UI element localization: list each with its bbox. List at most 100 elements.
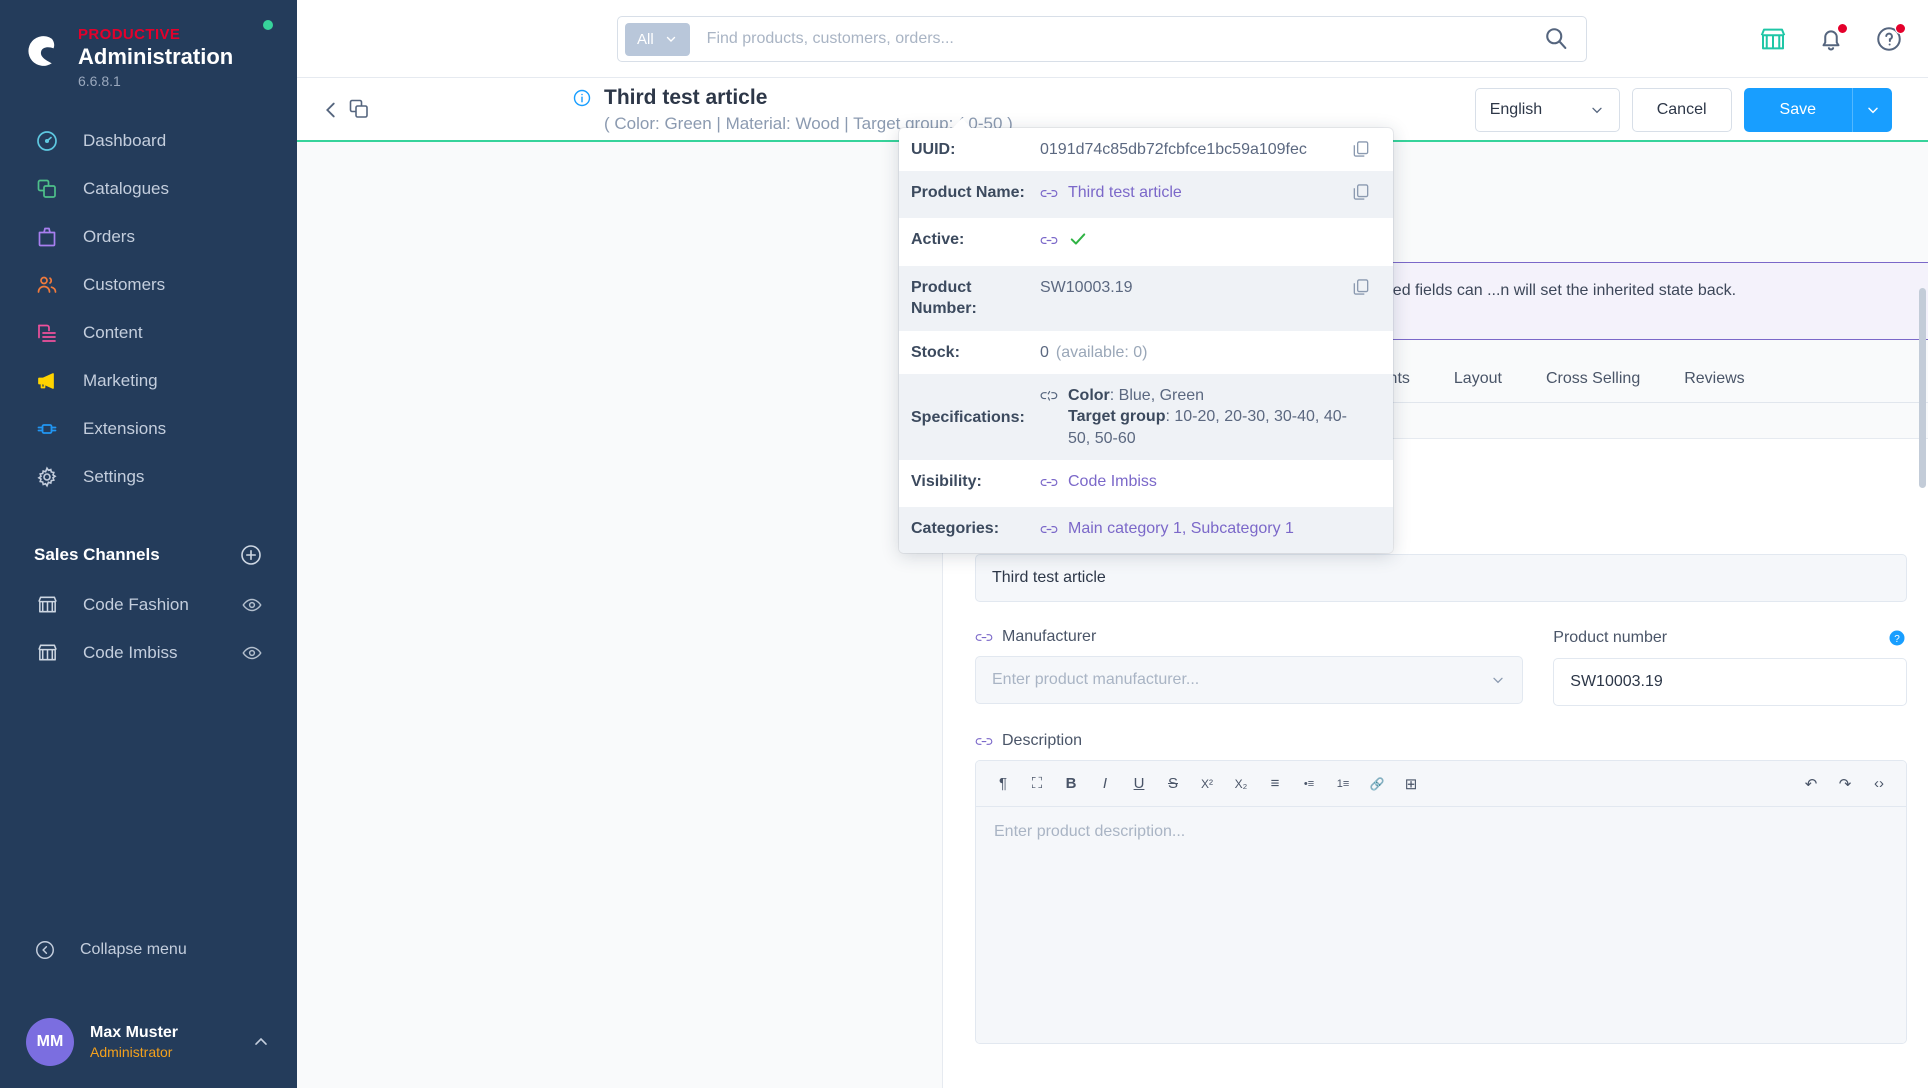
- bold-icon[interactable]: B: [1056, 769, 1086, 799]
- brand-header[interactable]: PRODUCTIVE Administration 6.6.8.1: [0, 0, 297, 89]
- bullet-list-icon[interactable]: •≡: [1294, 769, 1324, 799]
- search-icon[interactable]: [1542, 24, 1572, 54]
- product-info-popover: UUID: 0191d74c85db72fcbfce1bc59a109fec P…: [899, 128, 1393, 554]
- content-scrollbar[interactable]: [1919, 288, 1926, 488]
- popover-value-uuid: 0191d74c85db72fcbfce1bc59a109fec: [1040, 141, 1307, 158]
- language-select-value: English: [1489, 101, 1543, 118]
- sidebar-item-catalogues[interactable]: Catalogues: [0, 165, 297, 213]
- collapse-menu-button[interactable]: Collapse menu: [0, 927, 297, 973]
- popover-key: Product Number:: [911, 279, 977, 318]
- popover-value-visibility[interactable]: Code Imbiss: [1068, 471, 1157, 492]
- plus-circle-icon[interactable]: [239, 543, 263, 567]
- avatar: MM: [26, 1018, 74, 1066]
- link-icon[interactable]: 🔗: [1362, 769, 1392, 799]
- inheritance-link-icon: [1040, 185, 1058, 206]
- popover-row-specifications: Specifications: Color: Blue, Green Targe…: [899, 373, 1393, 461]
- inheritance-link-icon: [1040, 474, 1058, 495]
- sidebar-item-dashboard[interactable]: Dashboard: [0, 117, 297, 165]
- field-row-manufacturer-productnumber: Manufacturer Enter product manufacturer.…: [975, 628, 1907, 706]
- duplicate-icon[interactable]: [347, 97, 371, 121]
- paragraph-format-icon[interactable]: ¶: [988, 769, 1018, 799]
- table-icon[interactable]: ⊞: [1396, 769, 1426, 799]
- tab-cross-selling[interactable]: Cross Selling: [1546, 370, 1640, 388]
- inheritance-link-icon[interactable]: [975, 735, 993, 748]
- sales-channel-code-imbiss[interactable]: Code Imbiss: [0, 629, 297, 677]
- sidebar-item-extensions[interactable]: Extensions: [0, 405, 297, 453]
- sidebar-item-marketing[interactable]: Marketing: [0, 357, 297, 405]
- page-title[interactable]: Third test article: [604, 86, 767, 110]
- copy-icon[interactable]: [1351, 139, 1371, 159]
- chevron-down-icon: [1493, 677, 1503, 684]
- sidebar-item-customers[interactable]: Customers: [0, 261, 297, 309]
- popover-row-stock: Stock: 0 (available: 0): [899, 331, 1393, 374]
- popover-value-product-name[interactable]: Third test article: [1068, 182, 1182, 203]
- cancel-button[interactable]: Cancel: [1631, 88, 1732, 132]
- sales-channel-code-fashion[interactable]: Code Fashion: [0, 581, 297, 629]
- storefront-icon[interactable]: [1758, 24, 1788, 54]
- info-circle-icon[interactable]: [572, 88, 592, 108]
- content-icon: [34, 320, 60, 346]
- copy-icon[interactable]: [1351, 277, 1371, 297]
- manufacturer-select[interactable]: Enter product manufacturer...: [975, 656, 1524, 704]
- shopware-logo-icon: [22, 30, 64, 72]
- brand-kicker: PRODUCTIVE: [78, 26, 181, 43]
- manufacturer-placeholder: Enter product manufacturer...: [992, 671, 1200, 688]
- page-header-actions: English Cancel Save: [1474, 88, 1892, 132]
- sidebar-item-content[interactable]: Content: [0, 309, 297, 357]
- italic-icon[interactable]: I: [1090, 769, 1120, 799]
- popover-value-categories[interactable]: Main category 1, Subcategory 1: [1068, 518, 1294, 539]
- save-options-button[interactable]: [1852, 88, 1892, 132]
- eye-icon[interactable]: [241, 594, 263, 616]
- user-menu[interactable]: MM Max Muster Administrator: [0, 996, 297, 1088]
- sales-channel-label: Code Imbiss: [83, 642, 178, 662]
- popover-row-categories: Categories: Main category 1, Subcategory…: [899, 506, 1393, 554]
- subscript-icon[interactable]: X₂: [1226, 769, 1256, 799]
- search-input[interactable]: [706, 30, 1542, 48]
- product-number-input[interactable]: SW10003.19: [1553, 658, 1907, 706]
- superscript-icon[interactable]: X²: [1192, 769, 1222, 799]
- popover-row-uuid: UUID: 0191d74c85db72fcbfce1bc59a109fec: [899, 128, 1393, 171]
- name-input[interactable]: Third test article: [975, 554, 1907, 602]
- chevron-left-icon[interactable]: [320, 99, 342, 121]
- source-code-icon[interactable]: ‹›: [1864, 769, 1894, 799]
- tab-reviews[interactable]: Reviews: [1684, 370, 1744, 388]
- spec-value-color: Blue, Green: [1118, 386, 1205, 404]
- sidebar-item-label: Marketing: [83, 370, 158, 390]
- help-question-icon[interactable]: [1874, 23, 1906, 54]
- sidebar: PRODUCTIVE Administration 6.6.8.1 Dashbo…: [0, 0, 297, 1088]
- tab-layout[interactable]: Layout: [1454, 370, 1502, 388]
- brand-version: 6.6.8.1: [78, 72, 121, 89]
- inheritance-link-icon[interactable]: [975, 631, 993, 644]
- search-scope-selector[interactable]: All: [625, 22, 690, 56]
- collapse-arrow-icon: [32, 937, 58, 963]
- field-label-product-number: Product number: [1553, 629, 1668, 646]
- language-select[interactable]: English: [1474, 88, 1620, 132]
- inheritance-broken-link-icon: [1040, 388, 1058, 409]
- help-question-icon[interactable]: ?: [1887, 628, 1907, 648]
- notification-bell-icon[interactable]: [1816, 23, 1848, 54]
- popover-key: Stock:: [911, 343, 960, 361]
- fullscreen-icon[interactable]: ⛶: [1022, 769, 1052, 799]
- save-button[interactable]: Save: [1743, 88, 1852, 132]
- global-search[interactable]: All: [617, 16, 1587, 62]
- popover-arrow: [951, 117, 973, 130]
- undo-icon[interactable]: ↶: [1796, 769, 1826, 799]
- align-icon[interactable]: ≡: [1260, 769, 1290, 799]
- strikethrough-icon[interactable]: S: [1158, 769, 1188, 799]
- numbered-list-icon[interactable]: 1≡: [1328, 769, 1358, 799]
- eye-icon[interactable]: [241, 642, 263, 664]
- settings-gear-icon: [34, 464, 60, 490]
- description-textarea[interactable]: Enter product description...: [976, 807, 1906, 1043]
- storefront-icon: [34, 592, 60, 618]
- popover-value-stock: 0: [1040, 343, 1049, 361]
- copy-icon[interactable]: [1351, 182, 1371, 202]
- main-area: All Find products, customers, orders... …: [297, 0, 1928, 1088]
- chevron-up-icon[interactable]: [251, 1032, 271, 1052]
- rich-text-editor: ¶ ⛶ B I U S X² X₂ ≡ •≡ 1≡ 🔗 ⊞ ↶ ↷ ‹› Ent…: [975, 760, 1907, 1044]
- field-label-description: Description: [1002, 732, 1083, 749]
- sidebar-item-orders[interactable]: Orders: [0, 213, 297, 261]
- sidebar-nav: Dashboard Catalogues Orders Customers Co…: [0, 117, 297, 501]
- underline-icon[interactable]: U: [1124, 769, 1154, 799]
- sidebar-item-settings[interactable]: Settings: [0, 453, 297, 501]
- redo-icon[interactable]: ↷: [1830, 769, 1860, 799]
